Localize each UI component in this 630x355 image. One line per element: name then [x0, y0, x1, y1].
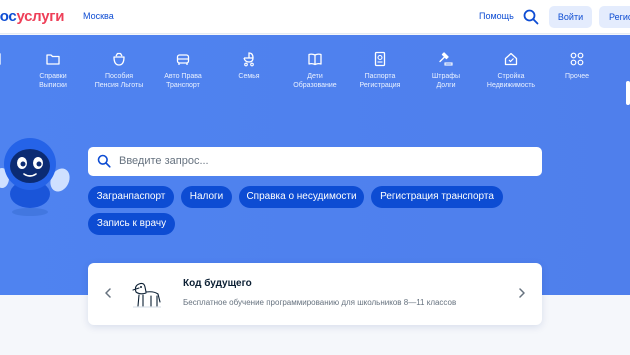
hero-section: Справки Выписки Пособия Пенсия Льготы Ав…	[0, 35, 630, 295]
chip-nalogi[interactable]: Налоги	[181, 186, 232, 208]
wallet-icon	[113, 52, 125, 66]
robot-dog-icon	[132, 282, 161, 308]
search-icon[interactable]	[523, 9, 539, 25]
top-header: госуслуги Москва Помощь Войти Регистраци…	[0, 0, 630, 34]
chip-zapis-k-vrachu[interactable]: Запись к врачу	[88, 213, 175, 235]
chip-zagranpasport[interactable]: Загранпаспорт	[88, 186, 174, 208]
grid-icon	[570, 52, 584, 66]
nav-scroll-handle[interactable]	[626, 81, 630, 105]
login-button[interactable]: Войти	[549, 6, 592, 28]
gavel-icon	[439, 52, 453, 66]
chip-spravka-nesudimost[interactable]: Справка о несудимости	[239, 186, 364, 208]
promo-card[interactable]: Код будущего Бесплатное обучение програм…	[88, 263, 542, 325]
register-button[interactable]: Регистрация	[599, 6, 630, 28]
house-icon	[504, 52, 518, 66]
search-input[interactable]: Введите запрос...	[88, 147, 542, 176]
city-selector[interactable]: Москва	[83, 11, 114, 21]
book-icon	[308, 53, 322, 66]
promo-subtitle: Бесплатное обучение программированию для…	[183, 298, 457, 307]
partial-icon	[0, 53, 1, 65]
chip-registraciya-transporta[interactable]: Регистрация транспорта	[371, 186, 503, 208]
chevron-right-icon[interactable]	[518, 288, 526, 298]
gosuslugi-logo[interactable]: госуслуги	[0, 8, 64, 25]
search-icon	[97, 154, 111, 168]
search-placeholder: Введите запрос...	[119, 155, 209, 167]
help-link[interactable]: Помощь	[479, 11, 514, 21]
promo-title: Код будущего	[183, 278, 252, 289]
chevron-left-icon[interactable]	[104, 288, 112, 298]
car-icon	[176, 54, 190, 65]
passport-icon	[374, 51, 386, 67]
nav-item-prochee[interactable]: Прочее	[537, 51, 617, 81]
category-nav: Справки Выписки Пособия Пенсия Льготы Ав…	[0, 51, 630, 111]
robot-assistant-icon[interactable]	[0, 130, 78, 220]
stroller-icon	[243, 52, 254, 67]
folder-icon	[46, 54, 60, 65]
